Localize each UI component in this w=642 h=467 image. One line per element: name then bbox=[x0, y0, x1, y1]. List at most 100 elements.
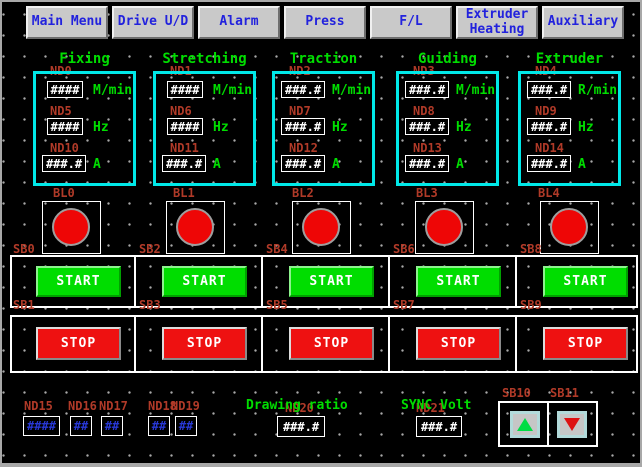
sync-volt-display: ###.# bbox=[416, 416, 462, 437]
start-button[interactable]: START bbox=[289, 266, 374, 297]
stop-sb-label: SB1 bbox=[13, 298, 35, 312]
nd-label: ND0 bbox=[50, 64, 72, 78]
stop-button[interactable]: STOP bbox=[543, 327, 628, 360]
down-button-cell bbox=[547, 401, 598, 447]
numeric-display: ###.# bbox=[405, 155, 449, 172]
nd-label: ND6 bbox=[170, 104, 192, 118]
hmi-screen: ND20 Drawing ratio ###.# ND21 SYNC Volt … bbox=[0, 0, 642, 467]
sb11-label: SB11 bbox=[550, 386, 579, 400]
stop-sb-label: SB3 bbox=[139, 298, 161, 312]
unit-label: Hz bbox=[213, 120, 229, 135]
stop-sb-label: SB9 bbox=[520, 298, 542, 312]
unit-label: A bbox=[578, 157, 586, 172]
stop-sb-label: SB5 bbox=[266, 298, 288, 312]
toolbar-button-main-menu[interactable]: Main Menu bbox=[26, 6, 108, 39]
unit-label: Hz bbox=[456, 120, 472, 135]
lamp-cell bbox=[540, 201, 599, 254]
nd-label: ND7 bbox=[289, 104, 311, 118]
numeric-display: ###.# bbox=[281, 81, 325, 98]
nd-label: ND5 bbox=[50, 104, 72, 118]
numeric-display: ## bbox=[101, 416, 123, 436]
indicator-lamp bbox=[52, 208, 90, 246]
up-button-cell bbox=[498, 401, 549, 447]
numeric-display: ###.# bbox=[405, 81, 449, 98]
nd-label: ND4 bbox=[535, 64, 557, 78]
lamp-cell bbox=[292, 201, 351, 254]
numeric-display: #### bbox=[47, 118, 83, 135]
toolbar-button-press[interactable]: Press bbox=[284, 6, 366, 39]
lamp-label: BL2 bbox=[292, 186, 314, 200]
numeric-display: ###.# bbox=[281, 118, 325, 135]
start-button[interactable]: START bbox=[416, 266, 501, 297]
section-title: Extruder bbox=[508, 51, 631, 67]
numeric-display: ###.# bbox=[405, 118, 449, 135]
numeric-display: ###.# bbox=[162, 155, 206, 172]
toolbar-button-extruder-heating[interactable]: Extruder Heating bbox=[456, 6, 538, 39]
sync-down-button[interactable] bbox=[557, 411, 587, 438]
nd-label: ND19 bbox=[171, 399, 200, 413]
start-button[interactable]: START bbox=[162, 266, 247, 297]
unit-label: M/min bbox=[332, 83, 371, 98]
nd-label: ND10 bbox=[50, 141, 79, 155]
nd-label: ND16 bbox=[68, 399, 97, 413]
nd-label: ND9 bbox=[535, 104, 557, 118]
start-button[interactable]: START bbox=[543, 266, 628, 297]
toolbar-button-f-l[interactable]: F/L bbox=[370, 6, 452, 39]
nd-label: ND17 bbox=[99, 399, 128, 413]
nd-label: ND3 bbox=[413, 64, 435, 78]
stop-button[interactable]: STOP bbox=[36, 327, 121, 360]
drawing-ratio-label: Drawing ratio bbox=[246, 398, 348, 413]
unit-label: M/min bbox=[213, 83, 252, 98]
nd-label: ND13 bbox=[413, 141, 442, 155]
numeric-display: ###.# bbox=[281, 155, 325, 172]
stop-button[interactable]: STOP bbox=[416, 327, 501, 360]
indicator-lamp bbox=[302, 208, 340, 246]
nd-label: ND15 bbox=[24, 399, 53, 413]
toolbar-button-drive-u-d[interactable]: Drive U/D bbox=[112, 6, 194, 39]
toolbar-button-alarm[interactable]: Alarm bbox=[198, 6, 280, 39]
start-sb-label: SB0 bbox=[13, 242, 35, 256]
indicator-lamp bbox=[425, 208, 463, 246]
numeric-display: ## bbox=[70, 416, 92, 436]
lamp-cell bbox=[42, 201, 101, 254]
section-title: Stretching bbox=[143, 51, 266, 67]
lamp-label: BL4 bbox=[538, 186, 560, 200]
nd-label: ND14 bbox=[535, 141, 564, 155]
unit-label: R/min bbox=[578, 83, 617, 98]
numeric-display: ###.# bbox=[527, 118, 571, 135]
start-button[interactable]: START bbox=[36, 266, 121, 297]
start-sb-label: SB8 bbox=[520, 242, 542, 256]
nd-label: ND1 bbox=[170, 64, 192, 78]
nd-label: ND8 bbox=[413, 104, 435, 118]
lamp-cell bbox=[166, 201, 225, 254]
sb10-label: SB10 bbox=[502, 386, 531, 400]
unit-label: A bbox=[456, 157, 464, 172]
unit-label: Hz bbox=[332, 120, 348, 135]
numeric-display: ###.# bbox=[42, 155, 86, 172]
stop-button[interactable]: STOP bbox=[162, 327, 247, 360]
start-sb-label: SB6 bbox=[393, 242, 415, 256]
drawing-ratio-display: ###.# bbox=[277, 416, 325, 437]
unit-label: A bbox=[213, 157, 221, 172]
nd-label: ND11 bbox=[170, 141, 199, 155]
indicator-lamp bbox=[176, 208, 214, 246]
lamp-cell bbox=[415, 201, 474, 254]
unit-label: A bbox=[93, 157, 101, 172]
down-arrow-icon bbox=[564, 418, 580, 431]
sync-volt-label: SYNC Volt bbox=[401, 398, 471, 413]
numeric-display: ## bbox=[148, 416, 170, 436]
unit-label: Hz bbox=[578, 120, 594, 135]
stop-button[interactable]: STOP bbox=[289, 327, 374, 360]
start-sb-label: SB2 bbox=[139, 242, 161, 256]
toolbar-button-auxiliary[interactable]: Auxiliary bbox=[542, 6, 624, 39]
sync-up-button[interactable] bbox=[510, 411, 540, 438]
nd-label: ND12 bbox=[289, 141, 318, 155]
unit-label: A bbox=[332, 157, 340, 172]
numeric-display: #### bbox=[167, 81, 203, 98]
section-title: Guiding bbox=[386, 51, 509, 67]
numeric-display: #### bbox=[167, 118, 203, 135]
nd-label: ND2 bbox=[289, 64, 311, 78]
up-arrow-icon bbox=[517, 418, 533, 431]
unit-label: M/min bbox=[456, 83, 495, 98]
start-sb-label: SB4 bbox=[266, 242, 288, 256]
